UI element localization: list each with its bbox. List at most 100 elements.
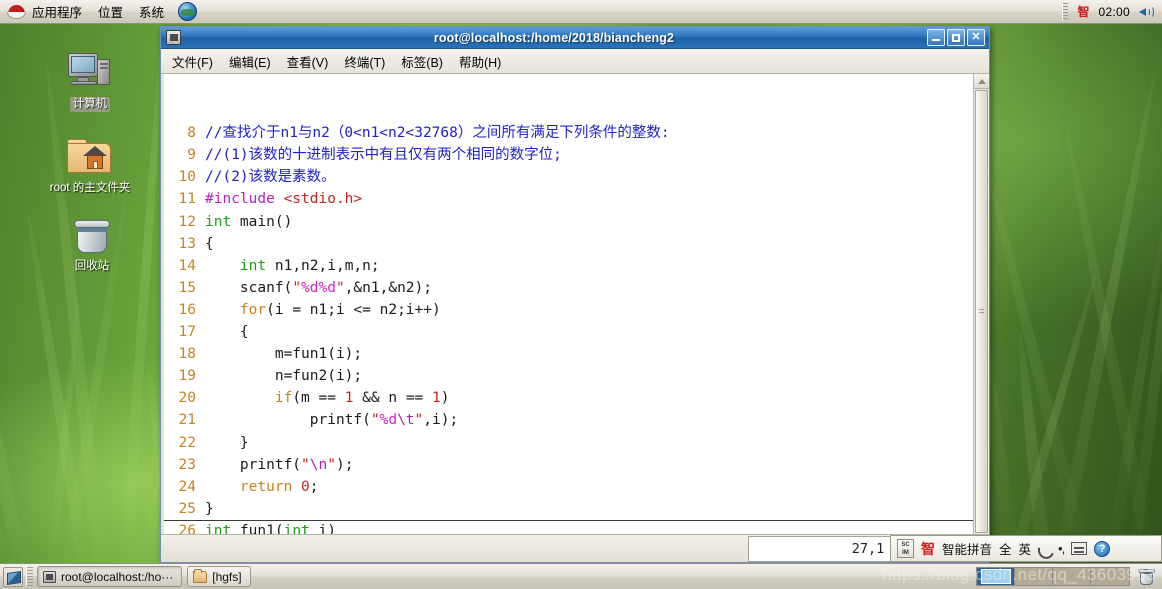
applications-menu[interactable]: 应用程序 bbox=[0, 0, 90, 23]
code-token: if bbox=[274, 390, 293, 407]
terminal-window-icon[interactable] bbox=[166, 30, 181, 45]
line-number: 10 bbox=[178, 169, 196, 186]
workspace-4[interactable] bbox=[1091, 568, 1129, 585]
code-token: %d bbox=[379, 412, 398, 429]
workspace-switcher[interactable] bbox=[976, 567, 1130, 586]
workspace-1[interactable] bbox=[977, 568, 1015, 585]
code-line: 18 m=fun1(i); bbox=[164, 343, 973, 365]
help-question-icon[interactable]: ? bbox=[1094, 540, 1111, 557]
code-line: 19 n=fun2(i); bbox=[164, 365, 973, 387]
speaker-icon[interactable] bbox=[1139, 5, 1155, 19]
menu-help[interactable]: 帮助(H) bbox=[451, 49, 509, 74]
globe-browser-icon[interactable] bbox=[178, 2, 198, 21]
code-line: 16 for(i = n1;i <= n2;i++) bbox=[164, 299, 973, 321]
taskbar-trash-icon[interactable] bbox=[1138, 568, 1155, 586]
top-panel: 应用程序 位置 系统 智 02:00 bbox=[0, 0, 1162, 24]
taskbar-item-terminal[interactable]: root@localhost:/ho··· bbox=[37, 566, 183, 587]
maximize-button[interactable] bbox=[947, 29, 965, 46]
code-token: int bbox=[239, 257, 267, 274]
code-token: //查找介于n1与n2（0<n1<n2<32768）之间所有满足下列条件的整数: bbox=[205, 125, 670, 142]
line-number: 24 bbox=[178, 478, 196, 495]
line-number: 20 bbox=[178, 390, 196, 407]
code-token: { bbox=[205, 324, 249, 341]
line-number: 21 bbox=[178, 412, 196, 429]
code-token: m=fun1(i); bbox=[205, 346, 363, 363]
workspace-2[interactable] bbox=[1015, 568, 1053, 585]
system-menu[interactable]: 系统 bbox=[131, 0, 172, 23]
code-token: ; bbox=[309, 478, 319, 495]
close-icon: ✕ bbox=[971, 31, 981, 43]
workspace-3[interactable] bbox=[1053, 568, 1091, 585]
menu-file[interactable]: 文件(F) bbox=[164, 49, 221, 74]
taskbar-item-label: [hgfs] bbox=[212, 569, 242, 584]
code-token: printf( bbox=[205, 456, 302, 473]
code-line: 11 #include <stdio.h> bbox=[164, 188, 973, 210]
code-line: 23 printf("\n"); bbox=[164, 454, 973, 476]
ime-language-mode[interactable]: 英 bbox=[1019, 539, 1032, 558]
desktop-icon-label: 回收站 bbox=[74, 260, 110, 272]
scrollbar-thumb[interactable] bbox=[975, 90, 988, 533]
code-token: && n == bbox=[353, 390, 433, 407]
places-menu[interactable]: 位置 bbox=[90, 0, 131, 23]
code-token: { bbox=[205, 235, 214, 252]
menu-tabs[interactable]: 标签(B) bbox=[393, 49, 451, 74]
clock[interactable]: 02:00 bbox=[1098, 5, 1130, 19]
desktop-icon-computer[interactable]: 计算机 bbox=[42, 52, 138, 112]
code-line: 13 { bbox=[164, 233, 973, 255]
terminal-body: 8 //查找介于n1与n2（0<n1<n2<32768）之间所有满足下列条件的整数… bbox=[161, 74, 989, 534]
code-line: 21 printf("%d\t",i); bbox=[164, 409, 973, 431]
grip-handle-icon[interactable] bbox=[26, 567, 33, 586]
line-number: 8 bbox=[187, 125, 196, 142]
code-line: 25} bbox=[164, 498, 973, 520]
punctuation-icon[interactable]: •, bbox=[1058, 541, 1065, 556]
grip-handle-icon[interactable] bbox=[1062, 2, 1069, 21]
code-line: 24 return 0; bbox=[164, 476, 973, 498]
code-token: int bbox=[205, 522, 232, 534]
taskbar-item-hgfs[interactable]: [hgfs] bbox=[187, 566, 251, 587]
crescent-moon-icon[interactable] bbox=[1038, 542, 1051, 556]
ime-engine-name[interactable]: 智能拼音 bbox=[942, 539, 992, 558]
scroll-up-button[interactable] bbox=[974, 74, 989, 89]
scim-icon[interactable]: SC IM bbox=[897, 539, 914, 558]
vim-editor-pane[interactable]: 8 //查找介于n1与n2（0<n1<n2<32768）之间所有满足下列条件的整数… bbox=[164, 74, 973, 534]
code-token: #include bbox=[205, 191, 275, 208]
desktop-icon-trash[interactable]: 回收站 bbox=[44, 216, 140, 274]
line-number: 15 bbox=[178, 279, 196, 296]
trash-icon bbox=[70, 216, 114, 256]
code-token: //(2)该数是素数。 bbox=[205, 169, 336, 186]
code-token: n=fun2(i); bbox=[205, 368, 363, 385]
line-number: 11 bbox=[178, 191, 196, 208]
line-number: 18 bbox=[178, 346, 196, 363]
menu-edit[interactable]: 编辑(E) bbox=[221, 49, 279, 74]
line-number: 22 bbox=[178, 434, 196, 451]
code-token: (m == bbox=[292, 390, 345, 407]
ime-width-mode[interactable]: 全 bbox=[999, 539, 1012, 558]
line-number: 13 bbox=[178, 235, 196, 252]
menu-view[interactable]: 查看(V) bbox=[279, 49, 337, 74]
menu-terminal[interactable]: 终端(T) bbox=[336, 49, 393, 74]
close-button[interactable]: ✕ bbox=[967, 29, 985, 46]
code-token: printf( bbox=[205, 412, 371, 429]
show-desktop-icon[interactable] bbox=[3, 566, 23, 587]
keyboard-icon[interactable] bbox=[1071, 542, 1088, 555]
code-token: //(1)该数的十进制表示中有且仅有两个相同的数字位; bbox=[205, 147, 562, 164]
cursor-line-underline bbox=[164, 520, 973, 521]
minimize-button[interactable] bbox=[927, 29, 945, 46]
ime-zhi-icon[interactable]: 智 bbox=[1077, 3, 1089, 20]
code-line: 15 scanf("%d%d",&n1,&n2); bbox=[164, 277, 973, 299]
taskbar: root@localhost:/ho··· [hgfs] bbox=[0, 563, 1162, 589]
code-token: %d%d bbox=[301, 279, 336, 296]
code-token: ); bbox=[335, 456, 354, 473]
ime-toolbar: SC IM 智 智能拼音 全 英 •, ? bbox=[890, 535, 1162, 562]
window-titlebar[interactable]: root@localhost:/home/2018/biancheng2 ✕ bbox=[161, 27, 989, 49]
line-number: 25 bbox=[178, 500, 196, 517]
ime-engine-icon[interactable]: 智 bbox=[921, 539, 935, 559]
desktop-icon-home[interactable]: root 的主文件夹 bbox=[42, 138, 138, 196]
code-line: 12 int main() bbox=[164, 211, 973, 233]
code-token: " bbox=[292, 279, 302, 296]
window-title: root@localhost:/home/2018/biancheng2 bbox=[433, 30, 675, 45]
vertical-scrollbar[interactable] bbox=[973, 74, 989, 534]
